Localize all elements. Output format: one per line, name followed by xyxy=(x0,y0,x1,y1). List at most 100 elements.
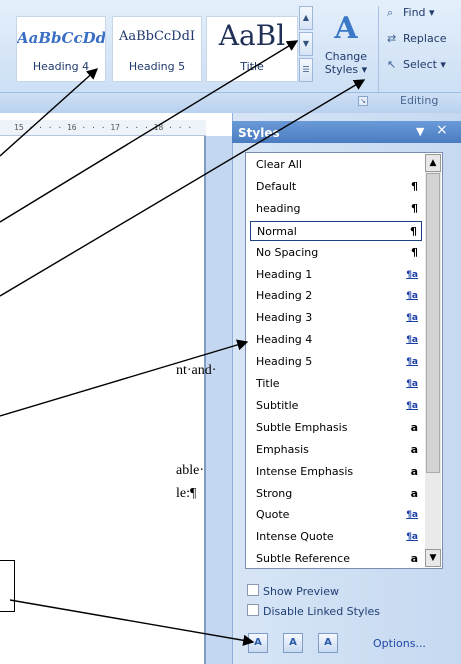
style-item[interactable]: Normal ¶ xyxy=(250,220,422,241)
style-item[interactable]: Emphasis a xyxy=(250,440,422,460)
change-styles-button[interactable]: A Change Styles ▾ xyxy=(318,8,374,92)
linked-style-icon: ¶a xyxy=(406,532,418,543)
linked-style-icon: ¶a xyxy=(406,313,418,324)
paragraph-style-icon: ¶ xyxy=(410,224,417,238)
pane-close-icon[interactable]: × xyxy=(436,122,448,138)
replace-label: Replace xyxy=(403,32,447,45)
select-button[interactable]: ↖ Select ▾ xyxy=(379,58,461,84)
cursor-icon: ↖ xyxy=(387,58,397,71)
linked-style-icon: ¶a xyxy=(406,291,418,302)
disable-linked-styles-checkbox[interactable]: Disable Linked Styles xyxy=(247,604,380,618)
character-style-icon: a xyxy=(410,486,418,500)
manage-styles-icon: A xyxy=(324,637,332,648)
editing-group: ⌕ Find ▾ ⇄ Replace ↖ Select ▾ xyxy=(378,6,461,92)
select-label: Select ▾ xyxy=(403,58,446,71)
find-button[interactable]: ⌕ Find ▾ xyxy=(379,6,461,32)
style-item-label: No Spacing xyxy=(256,245,319,259)
change-styles-label-2: Styles ▾ xyxy=(324,63,368,76)
gallery-up-icon[interactable]: ▲ xyxy=(299,6,313,30)
find-label: Find ▾ xyxy=(403,6,435,19)
style-gallery-title[interactable]: AaBl Title xyxy=(206,16,298,82)
editing-group-label: Editing xyxy=(400,94,439,107)
horizontal-ruler: 15 · · · · 16 · · · 17 · · · 18 · · · xyxy=(0,120,206,136)
style-item-label: Heading 5 xyxy=(256,355,313,369)
pane-dropdown-icon[interactable]: ▼ xyxy=(416,125,424,138)
binoculars-icon: ⌕ xyxy=(387,6,394,19)
style-item[interactable]: Intense Emphasis a xyxy=(250,462,422,482)
style-item-label: Heading 4 xyxy=(256,333,313,347)
document-text-line: able· xyxy=(176,463,204,478)
gallery-more-icon[interactable]: ☰ xyxy=(299,58,313,82)
style-gallery-heading-4[interactable]: AaBbCcDd Heading 4 xyxy=(16,16,106,82)
style-item[interactable]: heading ¶ xyxy=(250,199,422,219)
style-item[interactable]: Title ¶a xyxy=(250,374,422,394)
page-background xyxy=(206,136,232,664)
checkbox-icon xyxy=(247,584,259,596)
style-item-label: Emphasis xyxy=(256,442,309,456)
style-gallery-label: Heading 5 xyxy=(128,60,186,73)
paragraph-style-icon: ¶ xyxy=(411,245,418,259)
style-item-label: Intense Quote xyxy=(256,530,334,544)
show-preview-label: Show Preview xyxy=(263,585,339,598)
style-gallery-heading-5[interactable]: AaBbCcDdI Heading 5 xyxy=(112,16,202,82)
style-item[interactable]: Subtitle ¶a xyxy=(250,396,422,416)
ribbon-group-labels-bar xyxy=(0,92,461,113)
style-inspector-button[interactable]: A xyxy=(283,633,303,653)
style-item-label: Subtle Reference xyxy=(256,552,350,566)
linked-style-icon: ¶a xyxy=(406,335,418,346)
style-item[interactable]: Heading 3 ¶a xyxy=(250,308,422,328)
replace-button[interactable]: ⇄ Replace xyxy=(379,32,461,58)
styles-list-scrollbar[interactable]: ▲ ▼ xyxy=(425,154,441,567)
style-item[interactable]: No Spacing ¶ xyxy=(250,243,422,263)
style-item-label: Subtitle xyxy=(256,398,299,412)
style-item-label: Default xyxy=(256,179,297,193)
styles-list: Clear All Default ¶ heading ¶ Normal ¶ No Spaci… xyxy=(245,152,443,569)
style-sample: AaBbCcDd xyxy=(17,29,105,47)
linked-style-icon: ¶a xyxy=(406,400,418,411)
scroll-up-icon[interactable]: ▲ xyxy=(425,154,441,172)
new-style-button[interactable]: A xyxy=(248,633,268,653)
scroll-down-icon[interactable]: ▼ xyxy=(425,549,441,567)
style-item-label: Subtle Emphasis xyxy=(256,420,348,434)
style-item-label: Clear All xyxy=(256,158,302,171)
style-item[interactable]: Default ¶ xyxy=(250,177,422,197)
paragraph-style-icon: ¶ xyxy=(411,201,418,215)
gallery-down-icon[interactable]: ▼ xyxy=(299,32,313,56)
style-item-label: Normal xyxy=(257,224,297,238)
linked-style-icon: ¶a xyxy=(406,510,418,521)
style-item[interactable]: Heading 1 ¶a xyxy=(250,265,422,285)
style-item[interactable]: Heading 2 ¶a xyxy=(250,286,422,306)
style-gallery-label: Heading 4 xyxy=(32,60,90,73)
style-item[interactable]: Subtle Emphasis a xyxy=(250,418,422,438)
style-item[interactable]: Heading 5 ¶a xyxy=(250,352,422,372)
manage-styles-button[interactable]: A xyxy=(318,633,338,653)
gallery-scroll: ▲ ▼ ☰ xyxy=(299,6,313,84)
new-style-icon: A xyxy=(254,637,262,648)
style-item-label: Title xyxy=(256,377,280,390)
scroll-thumb[interactable] xyxy=(426,173,440,473)
linked-style-icon: ¶a xyxy=(406,269,418,280)
style-inspector-icon: A xyxy=(289,637,297,648)
style-item[interactable]: Heading 4 ¶a xyxy=(250,330,422,350)
show-preview-checkbox[interactable]: Show Preview xyxy=(247,584,339,598)
style-item[interactable]: Subtle Reference a xyxy=(250,549,422,569)
style-item-label: Heading 1 xyxy=(256,267,313,281)
options-link[interactable]: Options... xyxy=(373,637,426,650)
change-styles-label-1: Change xyxy=(324,50,368,63)
text-box[interactable] xyxy=(0,560,15,612)
document-area xyxy=(0,113,232,664)
linked-style-icon: ¶a xyxy=(406,357,418,368)
style-item[interactable]: Strong a xyxy=(250,484,422,504)
styles-dialog-launcher-icon[interactable]: ↘ xyxy=(358,96,368,106)
style-item[interactable]: Clear All xyxy=(250,155,422,175)
style-item[interactable]: Intense Quote ¶a xyxy=(250,527,422,547)
document-text-line: nt·and· xyxy=(176,363,217,378)
linked-style-icon: ¶a xyxy=(406,379,418,389)
style-item[interactable]: Quote ¶a xyxy=(250,505,422,525)
change-styles-icon: A xyxy=(334,11,358,46)
style-item-label: heading xyxy=(256,201,301,215)
character-style-icon: a xyxy=(410,442,418,456)
styles-pane-title: Styles xyxy=(238,126,280,140)
document-text-line: le:¶ xyxy=(176,486,197,501)
paragraph-style-icon: ¶ xyxy=(411,179,418,193)
